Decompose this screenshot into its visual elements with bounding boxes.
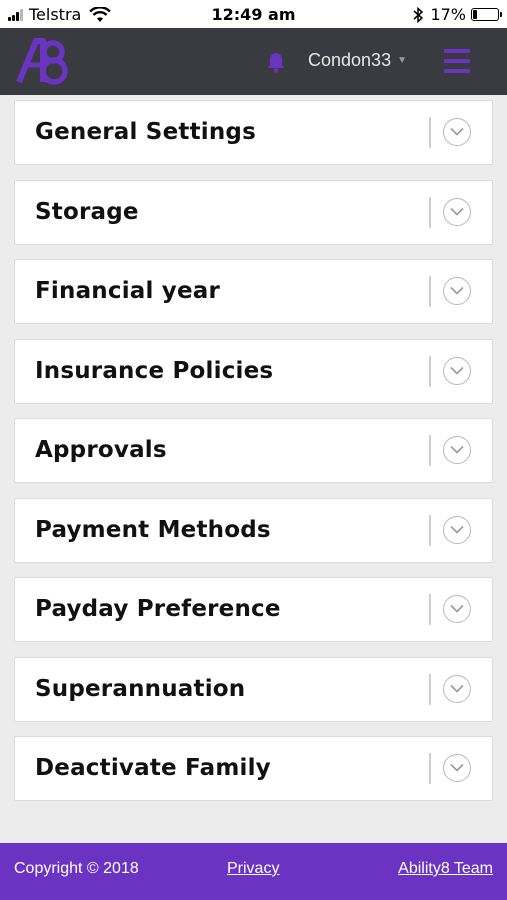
expand-chevron-icon[interactable] [443,118,471,146]
section-title: Insurance Policies [35,357,274,384]
section-title: Payment Methods [35,516,271,543]
bluetooth-icon [413,6,424,23]
status-bar: Telstra 12:49 am 17% [0,0,507,28]
expand-chevron-icon[interactable] [443,277,471,305]
section-title: Deactivate Family [35,755,271,781]
expand-chevron-icon[interactable] [443,515,471,544]
hamburger-menu-icon[interactable] [444,49,470,73]
settings-sections: General Settings Storage Financial year Ins… [14,100,493,816]
divider [429,753,431,784]
copyright-text: Copyright © 2018 [14,860,139,877]
battery-percent: 17% [430,5,466,24]
divider [429,435,431,466]
username-label: Condon33 [308,50,392,70]
section-title: Payday Preference [35,596,281,622]
expand-chevron-icon[interactable] [443,674,471,703]
divider [429,196,431,228]
battery-icon [471,8,502,21]
divider [429,514,431,546]
app-header: Condon33 ▼ [0,28,507,95]
section-title: Superannuation [35,675,246,702]
status-right: 17% [412,5,502,24]
ability8-logo[interactable] [16,37,70,85]
footer: Copyright © 2018 Privacy Ability8 Team [0,843,507,900]
team-link[interactable]: Ability8 Team [398,860,493,878]
battery-level [473,10,477,19]
bell-icon[interactable] [266,51,286,73]
accordion-section[interactable]: Storage [14,179,493,245]
expand-chevron-icon[interactable] [443,754,471,782]
accordion-section[interactable]: Approvals [14,418,493,483]
accordion-section[interactable]: General Settings [14,100,493,165]
section-title: Financial year [35,278,221,304]
privacy-link[interactable]: Privacy [227,860,279,878]
divider [429,673,431,705]
expand-chevron-icon[interactable] [443,436,471,464]
section-title: Approvals [35,437,167,463]
accordion-section[interactable]: Payment Methods [14,497,493,563]
accordion-section[interactable]: Superannuation [14,656,493,722]
divider [429,117,431,148]
chevron-down-icon: ▼ [397,55,407,66]
divider [429,355,431,387]
section-title: Storage [35,198,139,225]
expand-chevron-icon[interactable] [443,197,471,226]
accordion-section[interactable]: Insurance Policies [14,338,493,404]
accordion-section[interactable]: Financial year [14,259,493,324]
accordion-section[interactable]: Deactivate Family [14,736,493,801]
divider [429,276,431,307]
expand-chevron-icon[interactable] [443,356,471,385]
section-title: General Settings [35,119,256,145]
divider [429,594,431,625]
accordion-section[interactable]: Payday Preference [14,577,493,642]
expand-chevron-icon[interactable] [443,595,471,623]
user-menu[interactable]: Condon33 ▼ [308,50,407,71]
